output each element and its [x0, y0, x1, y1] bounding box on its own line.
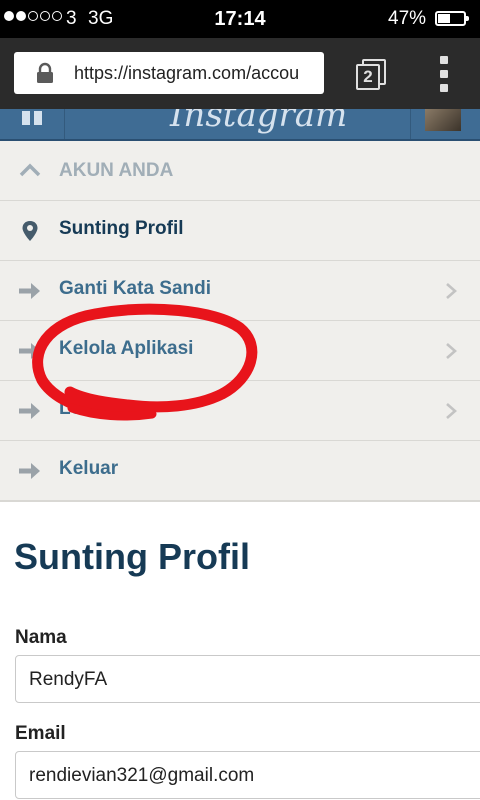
url-text: https://instagram.com/accou	[74, 63, 300, 83]
edit-profile-section: Sunting Profil Nama RendyFA Email rendie…	[0, 501, 480, 800]
menu-section-title: AKUN ANDA	[59, 160, 174, 181]
arrow-right-icon	[19, 403, 40, 419]
tab-count: 2	[356, 64, 380, 90]
account-menu: AKUN ANDA Sunting Profil Ganti Kata Sand…	[0, 141, 480, 501]
chevron-up-icon	[19, 163, 41, 177]
battery-percent: 47%	[388, 8, 427, 29]
menu-item-kelola-aplikasi[interactable]: Kelola Aplikasi	[0, 321, 480, 381]
page-title: Sunting Profil	[14, 536, 250, 577]
grid-menu-icon[interactable]	[18, 109, 48, 131]
menu-item-label: Ganti Kata Sandi	[59, 278, 212, 299]
menu-item-ganti-kata-sandi[interactable]: Ganti Kata Sandi	[0, 261, 480, 321]
email-value: rendievian321@gmail.com	[29, 765, 255, 786]
name-field[interactable]: RendyFA	[15, 655, 480, 703]
email-field[interactable]: rendievian321@gmail.com	[15, 751, 480, 799]
arrow-right-icon	[19, 343, 40, 359]
menu-item-keluar[interactable]: Keluar	[0, 441, 480, 501]
browser-menu-button[interactable]	[432, 56, 456, 92]
menu-item-label: Lo	[59, 398, 83, 419]
location-pin-icon	[22, 221, 38, 241]
address-bar[interactable]: https://instagram.com/accou	[14, 52, 324, 94]
instagram-header: Instagram	[0, 109, 480, 141]
arrow-right-icon	[19, 463, 40, 479]
chevron-right-icon	[446, 283, 457, 299]
screen: 3 3G 17:14 47% https://instagram.com/acc…	[0, 0, 480, 800]
chevron-right-icon	[446, 343, 457, 359]
email-label: Email	[15, 723, 66, 744]
instagram-logo[interactable]: Instagram	[170, 109, 347, 135]
status-bar: 3 3G 17:14 47%	[0, 0, 480, 38]
menu-item-label: Sunting Profil	[59, 218, 184, 239]
menu-item-sunting-profil[interactable]: Sunting Profil	[0, 201, 480, 261]
tab-switcher-button[interactable]: 2	[356, 59, 388, 91]
arrow-right-icon	[19, 283, 40, 299]
menu-item-label: Kelola Aplikasi	[59, 338, 194, 359]
battery-icon	[435, 11, 469, 26]
profile-avatar[interactable]	[425, 109, 461, 131]
name-label: Nama	[15, 627, 67, 648]
browser-toolbar: https://instagram.com/accou 2	[0, 38, 480, 109]
menu-item-label: Keluar	[59, 458, 119, 479]
menu-item-obscured[interactable]: Lo	[0, 381, 480, 441]
battery-fill	[438, 14, 450, 23]
chevron-right-icon	[446, 403, 457, 419]
name-value: RendyFA	[29, 669, 108, 690]
menu-section-header[interactable]: AKUN ANDA	[0, 141, 480, 201]
lock-icon	[37, 62, 53, 83]
